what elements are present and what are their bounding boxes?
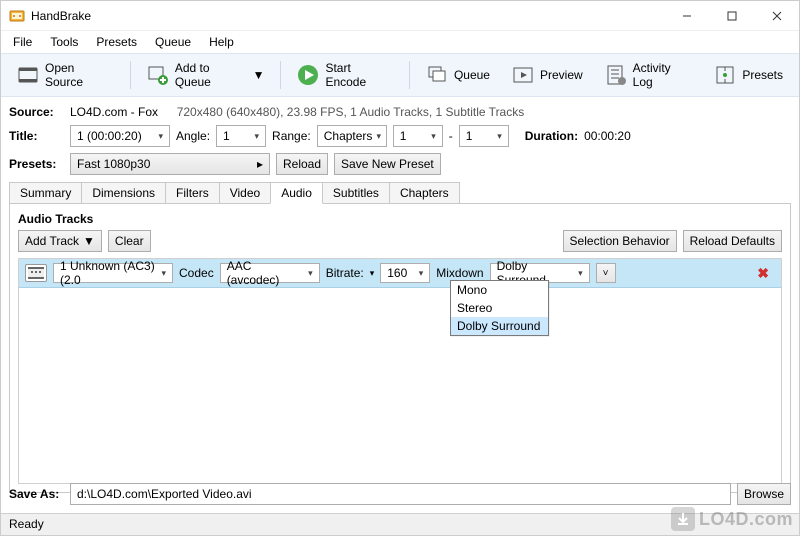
duration-value: 00:00:20 <box>584 129 631 143</box>
menu-presets[interactable]: Presets <box>88 33 145 51</box>
film-icon <box>17 64 39 86</box>
mixdown-option-dolby[interactable]: Dolby Surround <box>451 317 548 335</box>
watermark: LO4D.com <box>671 507 793 531</box>
tabs: Summary Dimensions Filters Video Audio S… <box>9 181 791 203</box>
preset-select[interactable]: Fast 1080p30▸ <box>70 153 270 175</box>
save-as-label: Save As: <box>9 487 64 501</box>
window-title: HandBrake <box>31 9 91 23</box>
browse-button[interactable]: Browse <box>737 483 791 505</box>
preview-button[interactable]: Preview <box>502 60 593 90</box>
content: Source: LO4D.com - Fox 720x480 (640x480)… <box>1 97 799 493</box>
presets-label: Presets: <box>9 157 64 171</box>
source-label: Source: <box>9 105 64 119</box>
menu-tools[interactable]: Tools <box>42 33 86 51</box>
tab-summary[interactable]: Summary <box>9 182 82 204</box>
tab-filters[interactable]: Filters <box>165 182 220 204</box>
preview-icon <box>512 64 534 86</box>
status-text: Ready <box>9 517 44 531</box>
title-select[interactable]: 1 (00:00:20)▾ <box>70 125 170 147</box>
codec-select[interactable]: AAC (avcodec)▾ <box>220 263 320 283</box>
duration-label: Duration: <box>525 129 578 143</box>
bitrate-label: Bitrate: <box>326 266 364 280</box>
toolbar: Open Source Add to Queue ▼ Start Encode … <box>1 53 799 97</box>
download-icon <box>671 507 695 531</box>
tab-audio[interactable]: Audio <box>270 182 323 204</box>
menu-file[interactable]: File <box>5 33 40 51</box>
expand-track-button[interactable]: ˅ <box>596 263 616 283</box>
angle-label: Angle: <box>176 129 210 143</box>
tab-dimensions[interactable]: Dimensions <box>81 182 166 204</box>
clear-button[interactable]: Clear <box>108 230 151 252</box>
audio-track-row: 1 Unknown (AC3) (2.0▾ Codec AAC (avcodec… <box>19 259 781 288</box>
queue-button[interactable]: Queue <box>416 60 500 90</box>
mixdown-option-stereo[interactable]: Stereo <box>451 299 548 317</box>
queue-add-icon <box>147 64 169 86</box>
mixdown-label: Mixdown <box>436 266 483 280</box>
audio-panel: Audio Tracks Add Track▼ Clear Selection … <box>9 203 791 493</box>
remove-track-button[interactable]: ✖ <box>751 265 775 282</box>
log-icon <box>605 64 627 86</box>
mixdown-dropdown[interactable]: Mono Stereo Dolby Surround <box>450 280 549 336</box>
app-icon <box>9 8 25 24</box>
range-sep: - <box>449 129 453 143</box>
menu-help[interactable]: Help <box>201 33 242 51</box>
selection-behavior-button[interactable]: Selection Behavior <box>563 230 677 252</box>
tab-video[interactable]: Video <box>219 182 271 204</box>
source-name: LO4D.com - Fox <box>70 105 158 119</box>
source-row: Source: LO4D.com - Fox 720x480 (640x480)… <box>9 105 791 119</box>
source-info: 720x480 (640x480), 23.98 FPS, 1 Audio Tr… <box>177 105 525 119</box>
range-from-select[interactable]: 1▾ <box>393 125 443 147</box>
title-label: Title: <box>9 129 64 143</box>
save-as-row: Save As: Browse <box>1 479 799 509</box>
mixdown-option-mono[interactable]: Mono <box>451 281 548 299</box>
angle-select[interactable]: 1▾ <box>216 125 266 147</box>
start-encode-button[interactable]: Start Encode <box>287 57 403 93</box>
menu-queue[interactable]: Queue <box>147 33 199 51</box>
reload-defaults-button[interactable]: Reload Defaults <box>683 230 782 252</box>
open-source-button[interactable]: Open Source <box>7 57 124 93</box>
title-row: Title: 1 (00:00:20)▾ Angle: 1▾ Range: Ch… <box>9 125 791 147</box>
tab-subtitles[interactable]: Subtitles <box>322 182 390 204</box>
bitrate-select[interactable]: 160▾ <box>380 263 430 283</box>
maximize-button[interactable] <box>709 1 754 31</box>
save-preset-button[interactable]: Save New Preset <box>334 153 441 175</box>
activity-log-button[interactable]: Activity Log <box>595 57 703 93</box>
play-icon <box>297 64 319 86</box>
add-track-button[interactable]: Add Track▼ <box>18 230 102 252</box>
presets-row: Presets: Fast 1080p30▸ Reload Save New P… <box>9 153 791 175</box>
save-as-input[interactable] <box>70 483 731 505</box>
add-to-queue-button[interactable]: Add to Queue ▼ <box>137 57 275 93</box>
chevron-down-icon: ▼ <box>253 68 265 82</box>
menubar: File Tools Presets Queue Help <box>1 31 799 53</box>
range-to-select[interactable]: 1▾ <box>459 125 509 147</box>
track-source-select[interactable]: 1 Unknown (AC3) (2.0▾ <box>53 263 173 283</box>
presets-button[interactable]: Presets <box>704 60 793 90</box>
minimize-button[interactable] <box>664 1 709 31</box>
audio-header: Add Track▼ Clear Selection Behavior Relo… <box>18 230 782 252</box>
codec-label: Codec <box>179 266 214 280</box>
audio-tracks-label: Audio Tracks <box>18 212 782 226</box>
tab-chapters[interactable]: Chapters <box>389 182 460 204</box>
queue-icon <box>426 64 448 86</box>
presets-icon <box>714 64 736 86</box>
reload-button[interactable]: Reload <box>276 153 328 175</box>
tracks-area: 1 Unknown (AC3) (2.0▾ Codec AAC (avcodec… <box>18 258 782 484</box>
range-label: Range: <box>272 129 311 143</box>
grip-icon[interactable] <box>25 264 47 282</box>
close-button[interactable] <box>754 1 799 31</box>
range-type-select[interactable]: Chapters▾ <box>317 125 387 147</box>
titlebar: HandBrake <box>1 1 799 31</box>
